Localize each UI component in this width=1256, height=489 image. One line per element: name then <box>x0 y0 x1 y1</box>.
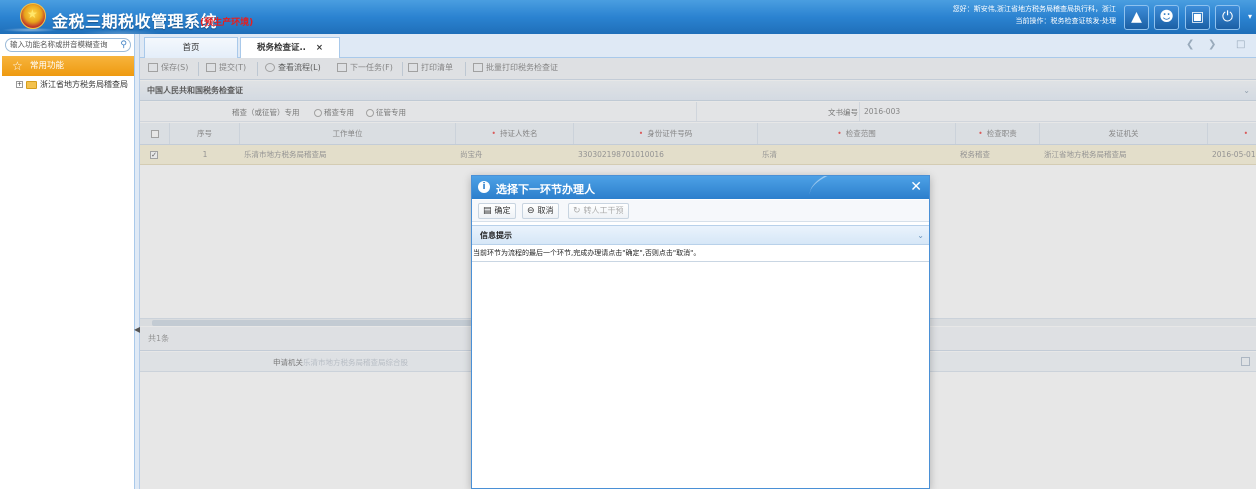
save-icon: ▤ <box>483 206 492 216</box>
chat-icon[interactable]: ▣ <box>1185 5 1210 30</box>
confirm-button[interactable]: ▤ 确定 <box>478 203 516 219</box>
users-icon[interactable]: ☻ <box>1154 5 1179 30</box>
info-icon: i <box>478 181 490 193</box>
tree-node-label: 浙江省地方税务局稽查局 <box>40 80 128 89</box>
info-section-header[interactable]: 信息提示 ⌄ <box>472 225 929 245</box>
next-handler-dialog: i 选择下一环节办理人 ✕ ▤ 确定 ⊖ 取消 ↻ 转人工干预 信息提示 ⌄ 当前环节… <box>471 175 930 489</box>
info-message: 当前环节为流程的最后一个环节,完成办理请点击"确定",否则点击"取消"。 <box>472 246 929 262</box>
tab-inspection-cert-label: 税务检查证.. <box>256 43 306 53</box>
expand-icon[interactable]: + <box>16 81 23 88</box>
tab-home[interactable]: 首页 <box>144 37 238 58</box>
power-icon[interactable]: ⏻ <box>1215 5 1240 30</box>
cancel-label: 取消 <box>537 206 554 215</box>
app-title: 金税三期税收管理系统 <box>52 12 218 31</box>
tab-home-label: 首页 <box>182 43 200 53</box>
user-info: 您好：斯安伟,浙江省地方税务局稽查局执行科，浙江 当前操作：税务检查证核发-处理 <box>953 3 1116 27</box>
title-decoration <box>805 176 903 199</box>
search-icon[interactable]: ⚲ <box>120 39 127 51</box>
bell-icon[interactable]: ▲ <box>1124 5 1149 30</box>
refresh-icon: ↻ <box>573 206 581 216</box>
info-section-title: 信息提示 <box>480 231 512 240</box>
close-icon[interactable]: × <box>316 43 323 53</box>
transfer-manual-button[interactable]: ↻ 转人工干预 <box>568 203 629 219</box>
tax-emblem-icon: ★ <box>20 3 46 29</box>
dialog-title: 选择下一环节办理人 <box>496 183 595 196</box>
chevron-down-icon[interactable]: ▾ <box>1248 12 1252 21</box>
favorites-header[interactable]: ☆ 常用功能 <box>2 56 134 76</box>
sidebar: 输入功能名称或拼音模糊查询 ⚲ ☆ 常用功能 + 浙江省地方税务局稽查局 <box>0 34 135 489</box>
star-icon: ☆ <box>12 59 23 73</box>
tab-inspection-cert[interactable]: 税务检查证.. × <box>240 37 340 58</box>
search-placeholder: 输入功能名称或拼音模糊查询 <box>10 40 108 49</box>
dialog-titlebar[interactable]: i 选择下一环节办理人 ✕ <box>472 176 929 199</box>
tree-node[interactable]: + 浙江省地方税务局稽查局 <box>16 79 128 90</box>
dialog-toolbar: ▤ 确定 ⊖ 取消 ↻ 转人工干预 <box>472 200 929 222</box>
current-operation: 当前操作：税务检查证核发-处理 <box>1015 17 1116 25</box>
cancel-icon: ⊖ <box>527 206 535 216</box>
close-icon[interactable]: ✕ <box>910 179 922 195</box>
maximize-icon[interactable]: □ <box>1236 39 1245 50</box>
user-greeting: 您好：斯安伟,浙江省地方税务局稽查局执行科，浙江 <box>952 5 1116 13</box>
tab-bar: 首页 税务检查证.. × ❮ ❯ □ <box>140 34 1256 58</box>
favorites-label: 常用功能 <box>30 61 65 71</box>
function-search-input[interactable]: 输入功能名称或拼音模糊查询 ⚲ <box>5 38 131 52</box>
cancel-button[interactable]: ⊖ 取消 <box>522 203 559 219</box>
app-header: ★ 金税三期税收管理系统 (预生产环境) 您好：斯安伟,浙江省地方税务局稽查局执… <box>0 0 1256 34</box>
transfer-label: 转人工干预 <box>583 206 624 215</box>
folder-icon <box>26 80 37 89</box>
tab-prev-icon[interactable]: ❮ <box>1186 39 1194 50</box>
tab-next-icon[interactable]: ❯ <box>1208 39 1216 50</box>
chevron-down-icon[interactable]: ⌄ <box>917 226 924 245</box>
confirm-label: 确定 <box>494 206 511 215</box>
environment-tag: (预生产环境) <box>200 18 254 28</box>
